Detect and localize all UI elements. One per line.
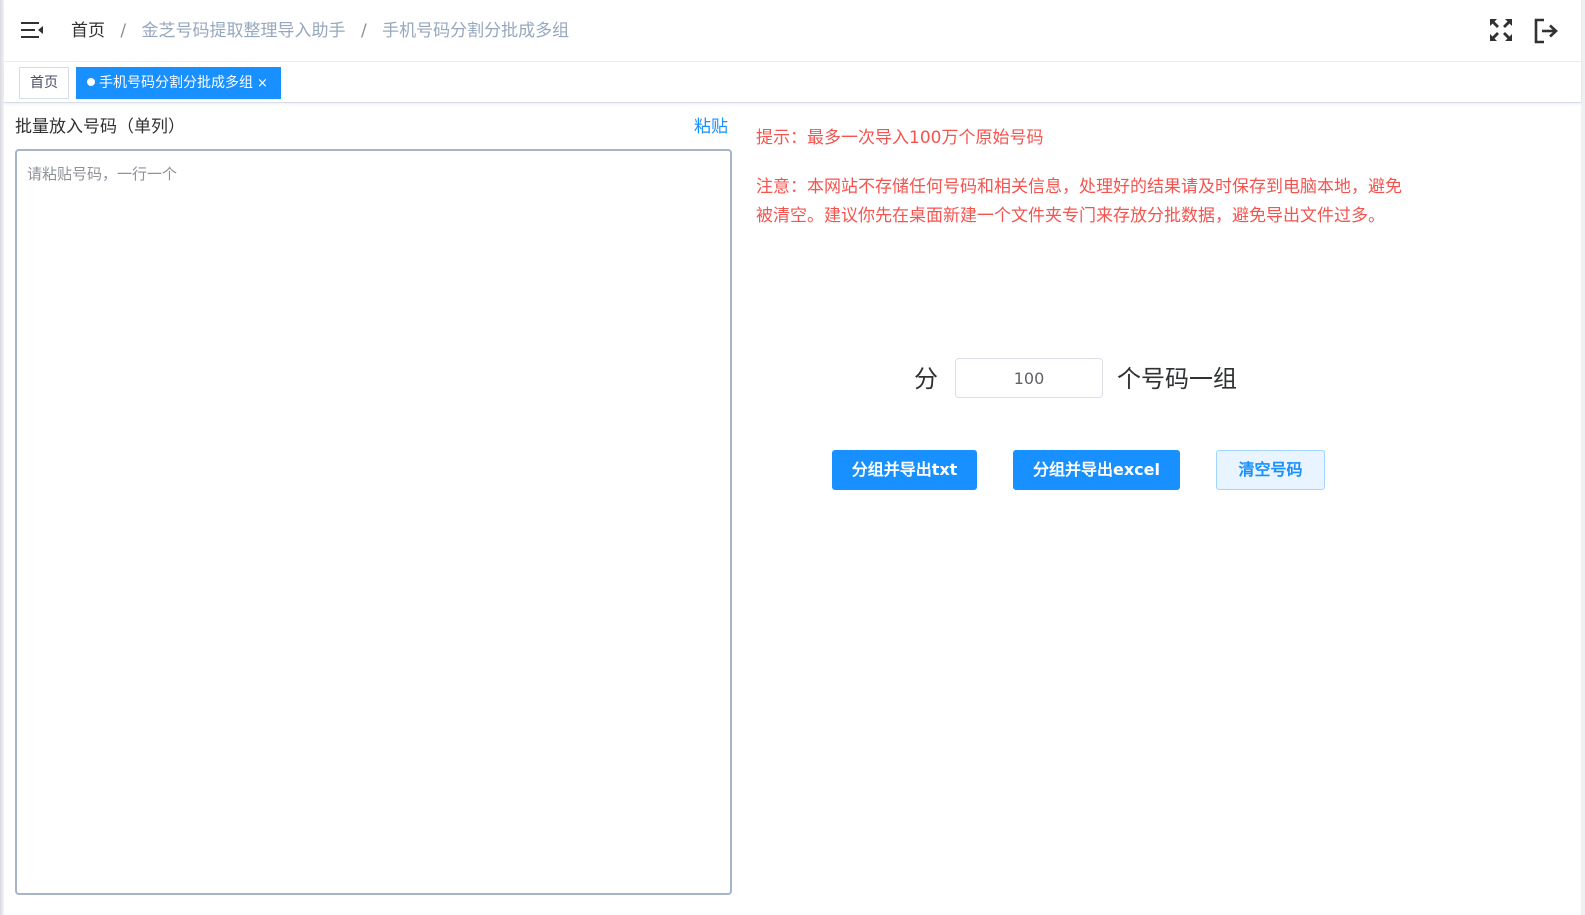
tag-home[interactable]: 首页 [19, 67, 69, 99]
export-excel-button[interactable]: 分组并导出excel [1013, 450, 1180, 490]
breadcrumb-separator: / [360, 21, 367, 41]
breadcrumb-separator: / [120, 21, 127, 41]
sidebar-edge [0, 0, 4, 915]
hamburger-menu-icon[interactable] [20, 18, 44, 42]
logout-icon[interactable] [1532, 17, 1560, 45]
group-size-prefix: 分 [914, 365, 938, 393]
group-size-suffix: 个号码一组 [1117, 365, 1237, 393]
tags-view-bar: 首页 手机号码分割分批成多组 × [4, 62, 1581, 103]
privacy-notice: 注意：本网站不存储任何号码和相关信息，处理好的结果请及时保存到电脑本地，避免被清… [756, 177, 1402, 226]
import-limit-hint: 提示：最多一次导入100万个原始号码 [756, 128, 1044, 148]
breadcrumb-current-page: 手机号码分割分批成多组 [382, 21, 570, 41]
numbers-textarea[interactable] [15, 149, 732, 895]
clear-numbers-button[interactable]: 清空号码 [1216, 450, 1325, 490]
tag-home-label: 首页 [30, 75, 58, 91]
active-dot-icon [87, 78, 95, 86]
breadcrumb-home[interactable]: 首页 [71, 21, 105, 41]
group-size-input[interactable] [955, 358, 1103, 398]
close-icon[interactable]: × [257, 69, 268, 99]
tag-current-page[interactable]: 手机号码分割分批成多组 × [76, 67, 281, 99]
breadcrumb: 首页 / 金芝号码提取整理导入助手 / 手机号码分割分批成多组 [71, 19, 569, 43]
fullscreen-icon[interactable] [1488, 17, 1514, 43]
scrollbar-edge [1581, 0, 1585, 915]
tag-current-label: 手机号码分割分批成多组 [99, 75, 253, 91]
breadcrumb-tool-suite: 金芝号码提取整理导入助手 [141, 21, 346, 41]
top-navbar: 首页 / 金芝号码提取整理导入助手 / 手机号码分割分批成多组 [4, 0, 1581, 62]
paste-button[interactable]: 粘贴 [694, 115, 728, 139]
export-txt-button[interactable]: 分组并导出txt [832, 450, 977, 490]
numbers-input-label: 批量放入号码（单列） [15, 117, 185, 137]
